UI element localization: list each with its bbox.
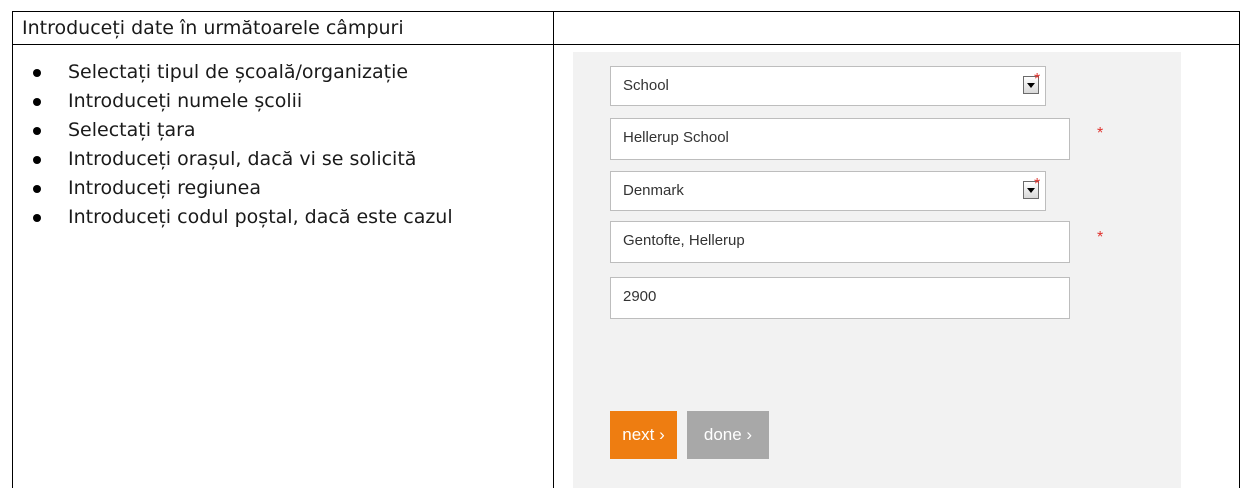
postal-code-input[interactable]: 2900: [610, 277, 1070, 319]
school-name-value: Hellerup School: [623, 129, 729, 146]
school-form-screenshot: School * Hellerup School * Denmark * Gen…: [573, 52, 1181, 488]
bullet-icon: [33, 98, 41, 106]
region-input[interactable]: Gentofte, Hellerup: [610, 221, 1070, 263]
list-item: Selectați țara: [24, 116, 453, 145]
bullet-icon: [33, 69, 41, 77]
done-button[interactable]: done ›: [687, 411, 769, 459]
bullet-icon: [33, 127, 41, 135]
list-item: Selectați tipul de școală/organizație: [24, 58, 453, 87]
required-marker: *: [1097, 229, 1104, 246]
required-marker: *: [1097, 125, 1104, 142]
required-marker: *: [1034, 71, 1041, 88]
school-type-value: School: [623, 77, 669, 94]
instruction-list: Selectați tipul de școală/organizație In…: [24, 58, 453, 232]
table-header: Introduceți date în următoarele câmpuri: [22, 17, 404, 39]
country-select[interactable]: Denmark: [610, 171, 1046, 211]
country-value: Denmark: [623, 182, 684, 199]
next-button[interactable]: next ›: [610, 411, 677, 459]
list-item: Introduceți numele școlii: [24, 87, 453, 116]
list-item-text: Introduceți orașul, dacă vi se solicită: [68, 148, 417, 170]
list-item-text: Introduceți numele școlii: [68, 90, 303, 112]
list-item-text: Selectați tipul de școală/organizație: [68, 61, 409, 83]
school-name-input[interactable]: Hellerup School: [610, 118, 1070, 160]
list-item-text: Introduceți codul poștal, dacă este cazu…: [68, 206, 453, 228]
bullet-icon: [33, 185, 41, 193]
table-column-divider: [553, 11, 554, 488]
bullet-icon: [33, 156, 41, 164]
postal-code-value: 2900: [623, 288, 657, 305]
list-item: Introduceți codul poștal, dacă este cazu…: [24, 203, 453, 232]
table-row-divider: [12, 44, 1240, 45]
list-item-text: Introduceți regiunea: [68, 177, 261, 199]
list-item: Introduceți regiunea: [24, 174, 453, 203]
list-item-text: Selectați țara: [68, 119, 196, 141]
bullet-icon: [33, 214, 41, 222]
list-item: Introduceți orașul, dacă vi se solicită: [24, 145, 453, 174]
school-type-select[interactable]: School: [610, 66, 1046, 106]
region-value: Gentofte, Hellerup: [623, 232, 745, 249]
required-marker: *: [1034, 176, 1041, 193]
